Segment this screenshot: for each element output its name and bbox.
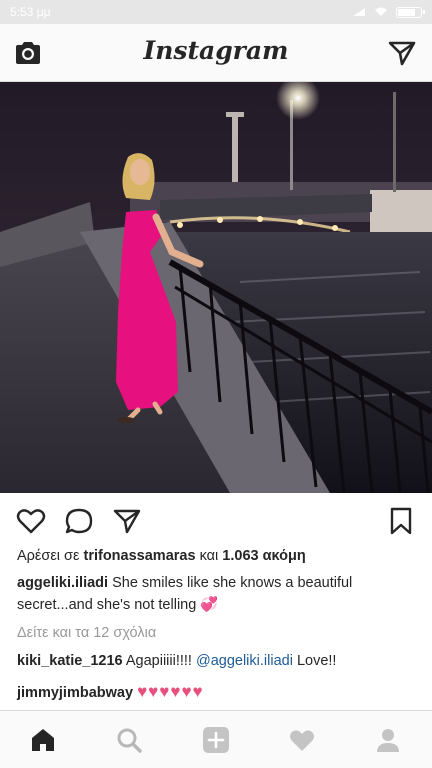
status-icons	[352, 6, 425, 18]
likes-prefix: Αρέσει σε	[17, 548, 80, 564]
heart-icon[interactable]	[16, 507, 46, 535]
status-bar: 5:53 μμ	[0, 0, 432, 24]
comment-item: jimmyjimbabway ♥♥♥♥♥♥	[17, 682, 204, 702]
bottom-navigation	[0, 710, 432, 768]
home-icon[interactable]	[29, 726, 57, 754]
likes-count[interactable]: 1.063 ακόμη	[222, 548, 305, 564]
liked-by-user[interactable]: trifonassamaras	[84, 548, 196, 564]
caption-emoji: 💞	[200, 597, 219, 613]
post-image	[0, 82, 432, 493]
comment-hearts: ♥♥♥♥♥♥	[137, 682, 204, 701]
signal-icon	[353, 8, 365, 16]
likes-connector: και	[199, 548, 219, 564]
comment-author[interactable]: jimmyjimbabway	[17, 685, 133, 701]
app-logo: Instagram	[143, 36, 289, 65]
top-bar: Instagram	[0, 24, 432, 82]
caption-author[interactable]: aggeliki.iliadi	[17, 575, 108, 591]
share-icon[interactable]	[112, 507, 142, 535]
comment-item: kiki_katie_1216 Agapiiiii!!!! @aggeliki.…	[17, 653, 336, 669]
direct-message-icon[interactable]	[388, 40, 416, 66]
view-all-comments-link[interactable]: Δείτε και τα 12 σχόλια	[17, 625, 156, 641]
comment-author[interactable]: kiki_katie_1216	[17, 653, 123, 669]
activity-heart-icon[interactable]	[288, 726, 316, 754]
status-time: 5:53 μμ	[10, 5, 51, 19]
comment-text: Agapiiiii!!!!	[125, 653, 192, 669]
comment-icon[interactable]	[64, 507, 94, 535]
likes-summary[interactable]: Αρέσει σε trifonassamaras και 1.063 ακόμ…	[17, 548, 306, 564]
post-photo[interactable]	[0, 82, 432, 493]
profile-icon[interactable]	[374, 726, 402, 754]
post-caption: aggeliki.iliadi She smiles like she know…	[17, 572, 417, 616]
post-actions	[0, 493, 432, 549]
bookmark-icon[interactable]	[386, 507, 416, 535]
comment-mention[interactable]: @aggeliki.iliadi	[196, 653, 293, 669]
add-post-icon[interactable]	[202, 726, 230, 754]
wifi-icon	[375, 7, 387, 16]
comment-text-after: Love!!	[296, 653, 337, 669]
battery-icon	[396, 6, 425, 18]
search-icon[interactable]	[115, 726, 143, 754]
